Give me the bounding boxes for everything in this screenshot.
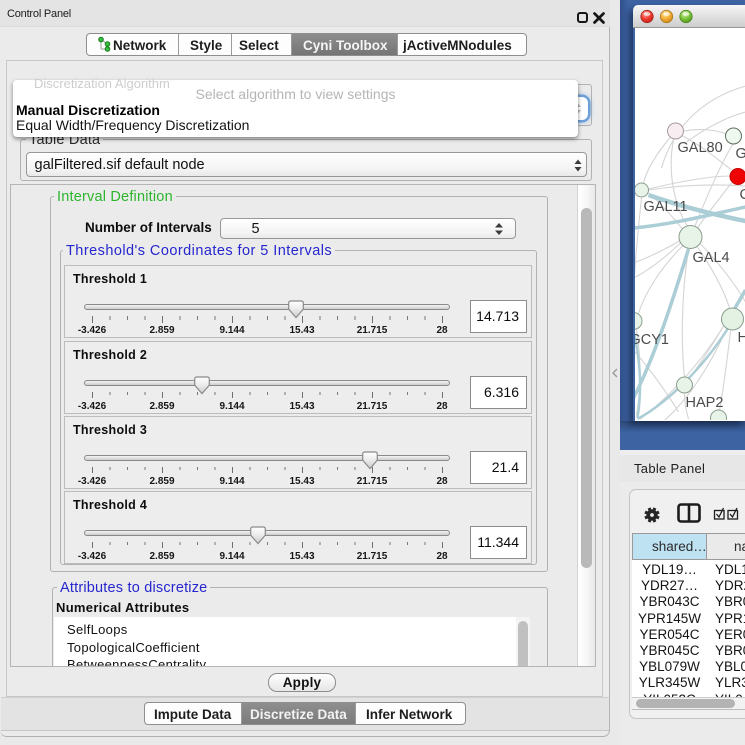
svg-text:GAL80: GAL80: [677, 140, 722, 156]
svg-text:GCY1: GCY1: [635, 332, 669, 348]
svg-text:GA: GA: [735, 146, 745, 162]
svg-text:GAL4: GAL4: [692, 250, 729, 266]
svg-text:CD: CD: [739, 187, 745, 203]
svg-text:GAL11: GAL11: [643, 199, 687, 215]
svg-text:HAP2: HAP2: [685, 395, 723, 411]
svg-text:H: H: [737, 330, 745, 346]
